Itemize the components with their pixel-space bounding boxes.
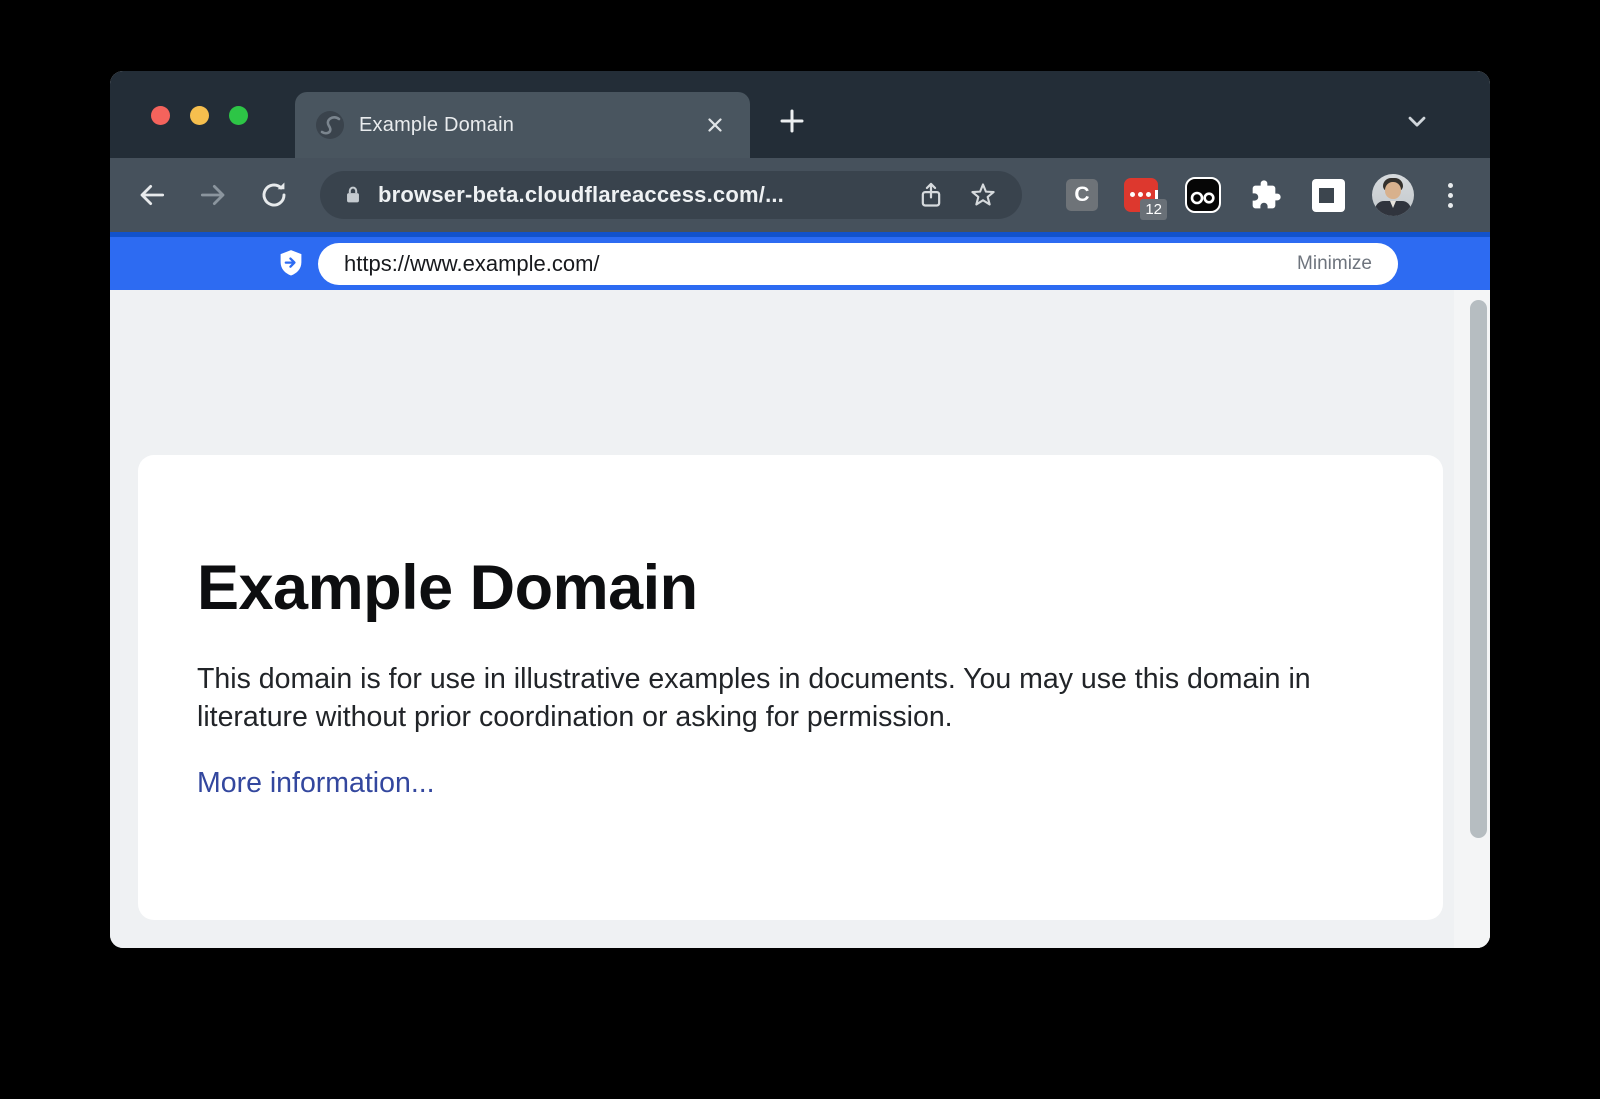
more-information-link[interactable]: More information...: [197, 767, 435, 800]
window-controls: [151, 106, 248, 125]
minimize-banner-button[interactable]: Minimize: [1295, 253, 1374, 275]
tab-example-domain[interactable]: Example Domain: [295, 92, 750, 158]
zoom-window-icon[interactable]: [229, 106, 248, 125]
lock-icon: [342, 183, 364, 207]
extension-red-dots-icon[interactable]: 12: [1124, 178, 1158, 212]
overflow-menu-icon[interactable]: [1440, 177, 1460, 213]
side-panel-glyph: [1312, 179, 1345, 212]
tabstrip-chevron-down-icon[interactable]: [1399, 103, 1435, 139]
close-window-icon[interactable]: [151, 106, 170, 125]
minimize-window-icon[interactable]: [190, 106, 209, 125]
extensions-puzzle-icon[interactable]: [1248, 177, 1284, 213]
isolated-url-bar[interactable]: Minimize: [318, 243, 1398, 285]
address-text: browser-beta.cloudflareaccess.com/...: [378, 182, 784, 208]
isolated-url-input[interactable]: [342, 250, 1295, 278]
extension-goggles-icon[interactable]: [1184, 176, 1222, 214]
scrollbar-thumb[interactable]: [1470, 300, 1487, 838]
scrollbar-track[interactable]: [1454, 290, 1490, 948]
extension-row: C 12: [1066, 174, 1460, 216]
tab-close-icon[interactable]: [700, 110, 730, 140]
extension-c-icon[interactable]: C: [1066, 179, 1098, 211]
avatar-face: [1385, 182, 1401, 199]
globe-favicon: [315, 110, 345, 140]
isolation-banner: Minimize: [110, 232, 1490, 290]
forward-icon[interactable]: [196, 178, 230, 212]
back-icon[interactable]: [135, 178, 169, 212]
page-title: Example Domain: [197, 552, 1383, 624]
password-dots: [1130, 190, 1158, 199]
extension-badge: 12: [1140, 199, 1167, 220]
reload-icon[interactable]: [257, 178, 291, 212]
isolation-shield-icon: [277, 249, 305, 279]
page-viewport: Example Domain This domain is for use in…: [110, 290, 1490, 948]
new-tab-icon[interactable]: [774, 103, 810, 139]
tab-strip: Example Domain: [110, 71, 1490, 158]
profile-avatar[interactable]: [1372, 174, 1414, 216]
address-bar[interactable]: browser-beta.cloudflareaccess.com/...: [320, 171, 1022, 219]
tab-title: Example Domain: [359, 114, 514, 137]
browser-window: Example Domain: [110, 71, 1490, 948]
example-domain-card: Example Domain This domain is for use in…: [138, 455, 1443, 920]
star-icon[interactable]: [966, 178, 1000, 212]
browser-toolbar: browser-beta.cloudflareaccess.com/... C: [110, 158, 1490, 232]
page-body-text: This domain is for use in illustrative e…: [197, 660, 1347, 736]
share-icon[interactable]: [914, 178, 948, 212]
side-panel-icon[interactable]: [1310, 177, 1346, 213]
